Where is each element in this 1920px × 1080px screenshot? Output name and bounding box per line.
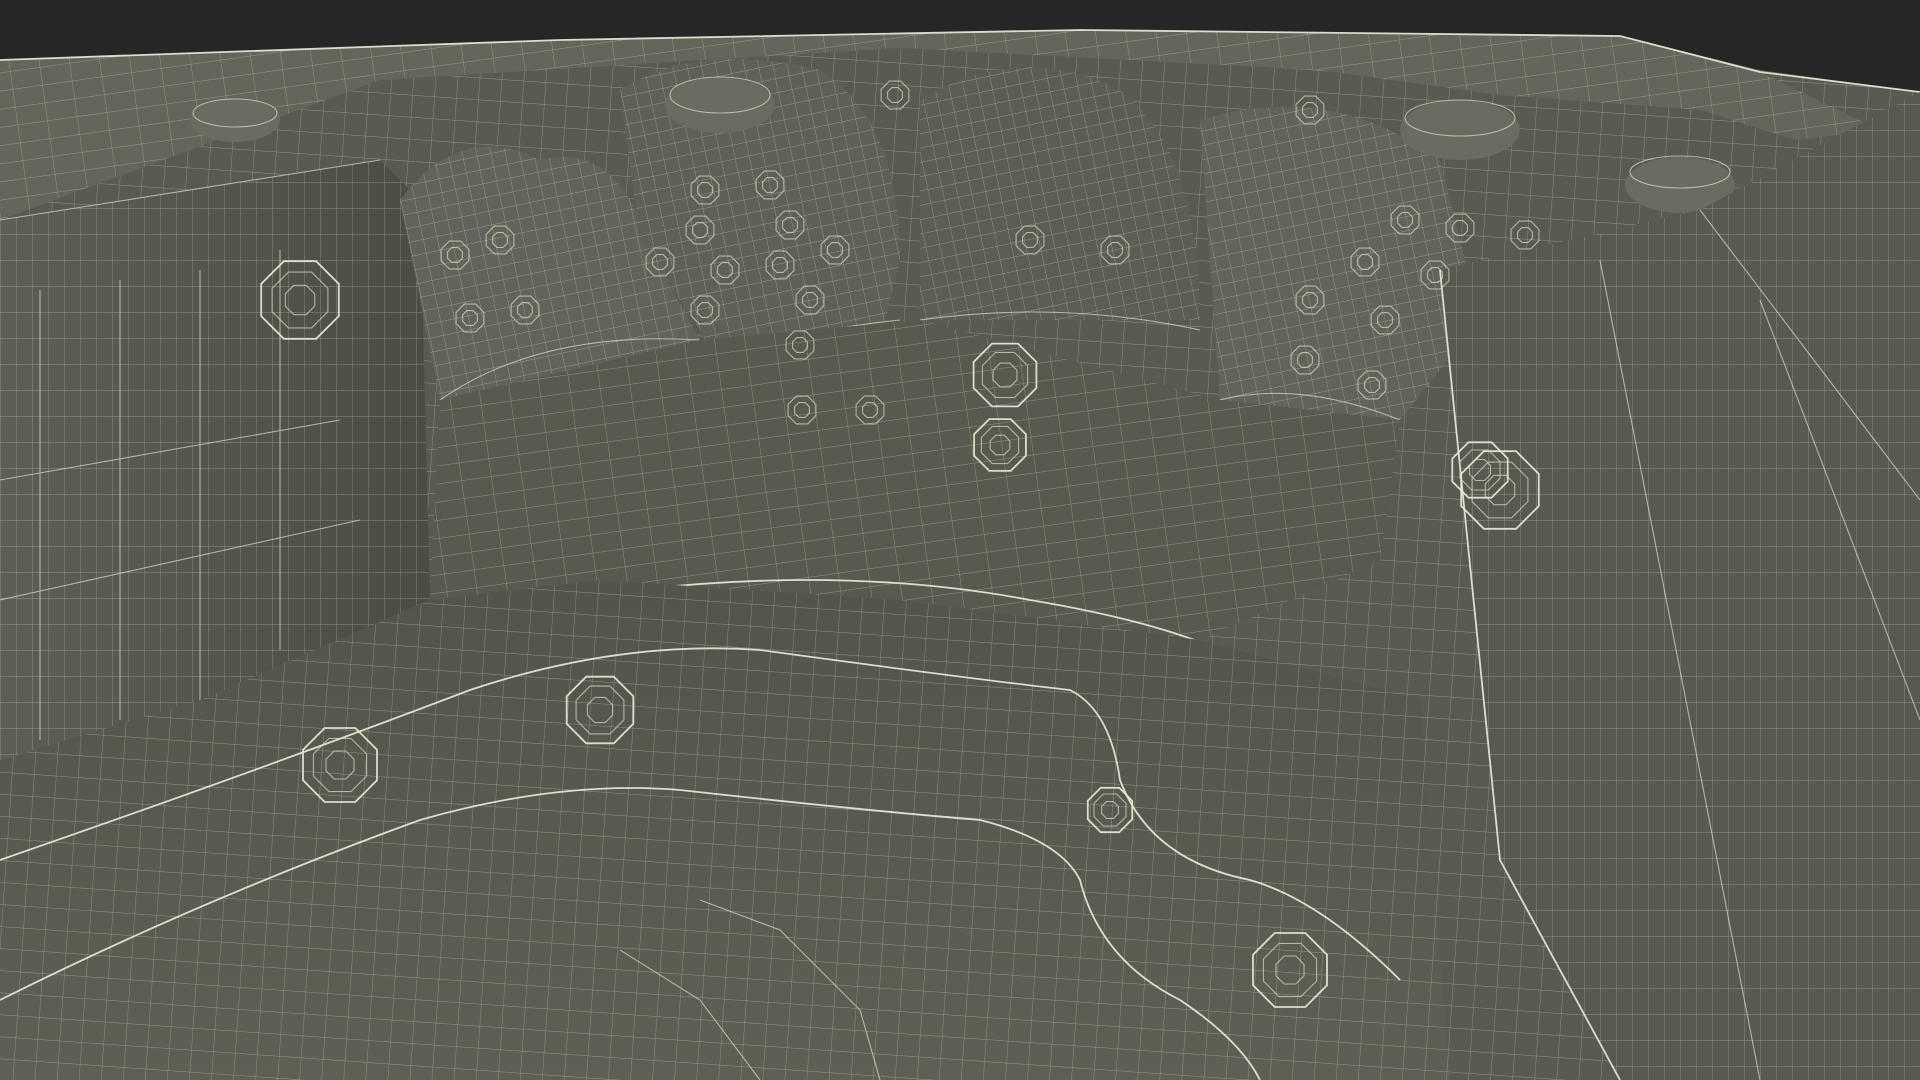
render-canvas	[0, 29, 1920, 1080]
pillow-center-right	[1400, 99, 1520, 160]
pillow-center-left	[665, 76, 775, 133]
pillow-far-left	[190, 98, 280, 142]
hot-tub-wireframe-render	[0, 0, 1920, 1080]
